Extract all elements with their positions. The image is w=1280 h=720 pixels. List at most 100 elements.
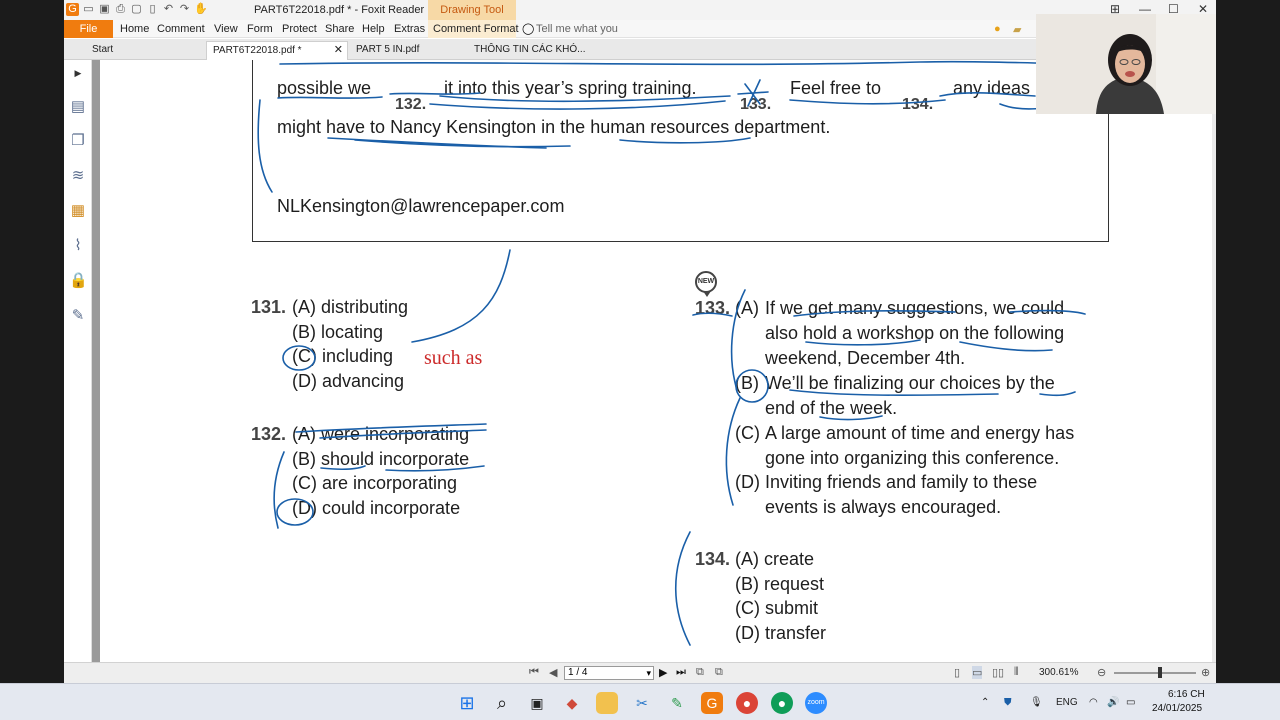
tab-label: PART6T22018.pdf * [213, 45, 302, 56]
open-icon[interactable]: ▭ [82, 3, 95, 16]
language-indicator[interactable]: ENG [1056, 697, 1078, 708]
expand-arrow-icon[interactable]: ▶ [69, 64, 87, 82]
zoom-level[interactable]: 300.61% [1039, 667, 1078, 678]
task-view-icon[interactable]: ▣ [526, 692, 548, 714]
clock-date[interactable]: 24/01/2025 [1152, 703, 1202, 714]
option-text: If we get many suggestions, we could [765, 298, 1065, 318]
layers-icon[interactable]: ≋ [69, 167, 87, 185]
menu-comment-format[interactable]: Comment Format [433, 23, 519, 35]
option-text: weekend, December 4th. [765, 348, 966, 368]
zoom-in-icon[interactable]: ⊕ [1201, 666, 1210, 679]
menu-form[interactable]: Form [247, 23, 273, 35]
tell-me-search[interactable]: Tell me what you [536, 23, 618, 35]
continuous-page-icon[interactable]: ▭ [972, 666, 983, 679]
option-b: (B) locating [292, 322, 384, 342]
lock-icon[interactable]: 🔒 [69, 272, 88, 290]
option-text: end of the week. [765, 398, 898, 418]
next-page-icon[interactable]: ▶ [659, 666, 667, 679]
attachment-icon[interactable]: ⌇ [69, 237, 87, 255]
print-icon[interactable]: ⎙ [114, 3, 127, 16]
prev-page-icon[interactable]: ◀ [549, 666, 557, 679]
passage-text: any ideas [953, 78, 1031, 98]
facing-page-icon[interactable]: ▯▯ [992, 666, 1004, 679]
app-icon[interactable]: ◆ [561, 692, 583, 714]
panel-gutter [92, 60, 100, 662]
passage-text: Feel free to [790, 78, 882, 98]
face-icon[interactable]: ● [994, 23, 1001, 35]
option-d: (D) transfer [735, 623, 827, 643]
windows-start-icon[interactable]: ⊞ [456, 692, 478, 714]
snipping-tool-icon[interactable]: ✂ [631, 692, 653, 714]
page-number-select[interactable]: 1 / 4 [564, 666, 654, 680]
menu-extras[interactable]: Extras [394, 23, 425, 35]
chevron-up-icon[interactable]: ⌃ [981, 697, 989, 708]
undo-icon[interactable]: ↶ [162, 3, 175, 16]
volume-icon[interactable]: 🔊 [1107, 697, 1119, 708]
new-badge: NEW [695, 271, 717, 297]
zoom-out-icon[interactable]: ⊖ [1097, 666, 1106, 679]
menu-comment[interactable]: Comment [157, 23, 205, 35]
single-page-icon[interactable]: ▯ [954, 666, 960, 679]
hand-tool-icon[interactable]: ✋ [194, 3, 208, 16]
cover-page-icon[interactable]: ⫴ [1014, 666, 1019, 679]
wifi-icon[interactable]: ◠ [1089, 697, 1098, 708]
menu-home[interactable]: Home [120, 23, 149, 35]
clock-time[interactable]: 6:16 CH [1168, 689, 1205, 700]
close-icon[interactable]: ✕ [334, 42, 343, 59]
tab-part6[interactable]: PART6T22018.pdf * ✕ [206, 41, 348, 60]
bookmark-icon[interactable]: ▤ [69, 98, 87, 116]
option-text: gone into organizing this conference. [765, 448, 1060, 468]
file-menu[interactable]: File [64, 20, 113, 38]
option-letter: (B) [735, 373, 759, 393]
save-icon[interactable]: ▣ [98, 3, 111, 16]
chrome-icon[interactable]: ● [771, 692, 793, 714]
option-text: events is always encouraged. [765, 497, 1002, 517]
pdf-page[interactable]: possible we it into this year’s spring t… [100, 60, 1212, 662]
microphone-icon[interactable]: 🎙 [1030, 697, 1043, 708]
lightbulb-icon: ◯ [522, 23, 535, 35]
passage-text: possible we [277, 78, 372, 98]
file-explorer-icon[interactable] [596, 692, 618, 714]
question-number: 132. [251, 424, 287, 444]
page-icon[interactable]: ▯ [146, 3, 159, 16]
option-a: (A) create [735, 549, 815, 569]
chrome-icon[interactable]: ● [736, 692, 758, 714]
search-icon[interactable]: ⌕ [491, 692, 513, 714]
option-letter: (D) [735, 472, 760, 492]
tab-thong-tin[interactable]: THÔNG TIN CÁC KHÓ... [468, 41, 598, 60]
vertical-scrollbar[interactable] [1212, 60, 1216, 662]
app-icon[interactable]: ✎ [666, 692, 688, 714]
menu-share[interactable]: Share [325, 23, 354, 35]
foxit-taskbar-icon[interactable]: G [701, 692, 723, 714]
option-a: (A) distributing [292, 297, 409, 317]
new-icon[interactable]: ▢ [130, 3, 143, 16]
menu-view[interactable]: View [214, 23, 238, 35]
typewriter-annotation[interactable]: such as [424, 347, 482, 370]
ink-stroke [411, 249, 511, 343]
ink-stroke [273, 451, 285, 529]
signature-icon[interactable]: ✎ [69, 307, 87, 325]
zoom-slider-thumb[interactable] [1158, 667, 1162, 678]
menu-help[interactable]: Help [362, 23, 385, 35]
option-c: (C) submit [735, 598, 819, 618]
battery-icon[interactable]: ▭ [1126, 697, 1135, 708]
view-icon[interactable]: ⧉ [696, 666, 704, 679]
presenter-video [1036, 14, 1216, 114]
tab-part5[interactable]: PART 5 IN.pdf [350, 41, 464, 60]
blank-number-133: 133. [740, 96, 772, 113]
view-icon[interactable]: ⧉ [715, 666, 723, 679]
shield-icon[interactable]: ⛊ [1004, 697, 1012, 708]
ink-stroke [674, 531, 691, 646]
pages-icon[interactable]: ❐ [69, 132, 87, 150]
redo-icon[interactable]: ↷ [178, 3, 191, 16]
zoom-icon[interactable]: zoom [805, 692, 827, 714]
tab-start[interactable]: Start [86, 41, 196, 60]
folder-icon[interactable]: ▰ [1013, 23, 1021, 36]
menu-protect[interactable]: Protect [282, 23, 317, 35]
question-number: 133. [695, 298, 731, 318]
comments-icon[interactable]: ▦ [69, 202, 87, 220]
drawing-tool-context-tab[interactable]: Drawing Tool [428, 0, 516, 20]
first-page-icon[interactable]: ⏮ [529, 666, 539, 679]
last-page-icon[interactable]: ⏭ [676, 666, 686, 679]
zoom-slider[interactable] [1114, 672, 1196, 674]
